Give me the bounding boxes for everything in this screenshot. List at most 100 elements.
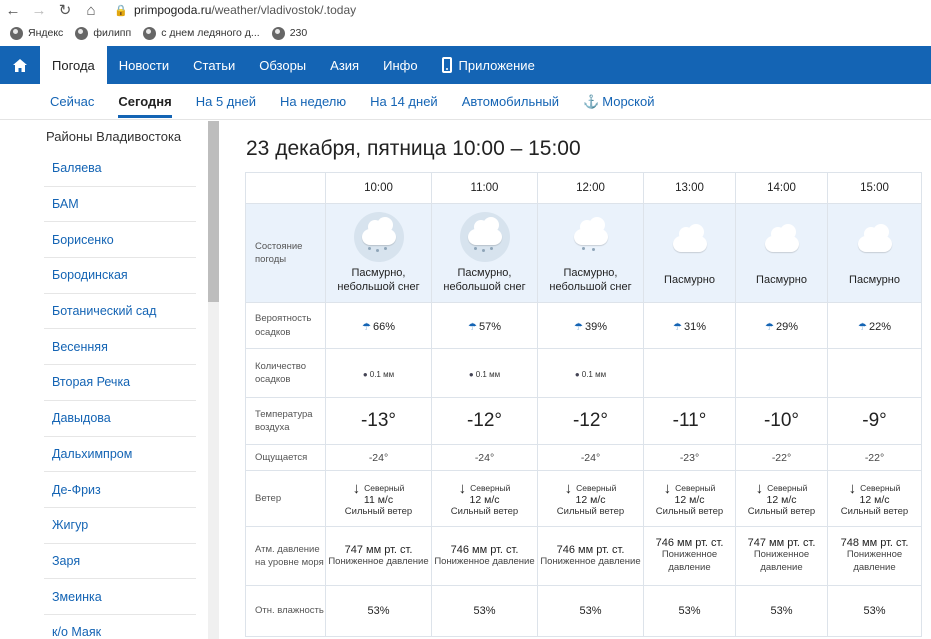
tab-5-days[interactable]: На 5 дней <box>184 84 268 120</box>
temperature-value: -11° <box>643 397 736 445</box>
district-link[interactable]: Баляева <box>44 151 196 187</box>
sidebar-scrollbar[interactable] <box>208 121 219 639</box>
wind-cell: ↓ Северный 12 м/с Сильный ветер <box>643 470 736 527</box>
pressure-value: 748 мм рт. ст. <box>840 537 909 550</box>
umbrella-icon: ☂ <box>673 321 682 333</box>
arrow-down-icon: ↓ <box>458 479 467 497</box>
nav-item-news[interactable]: Новости <box>107 46 181 84</box>
pressure-description: Пониженное давление <box>661 549 718 573</box>
tab-week[interactable]: На неделю <box>268 84 358 120</box>
wind-description: Сильный ветер <box>450 505 519 517</box>
sea-label: Морской <box>602 94 655 109</box>
arrow-down-icon: ↓ <box>848 479 857 497</box>
district-link[interactable]: Де-Фриз <box>44 472 196 508</box>
url-field[interactable]: primpogoda.ru/weather/vladivostok/.today <box>134 3 356 17</box>
prob-cell: ☂ 66% <box>325 302 432 349</box>
humidity-value: 53% <box>735 585 828 637</box>
bookmark-filipp[interactable]: филипп <box>75 26 131 40</box>
nav-item-app[interactable]: Приложение <box>430 46 547 84</box>
temperature-value: -10° <box>735 397 828 445</box>
district-link[interactable]: Жигур <box>44 508 196 544</box>
district-link[interactable]: Дальхимпром <box>44 437 196 473</box>
district-link[interactable]: к/о Маяк <box>44 615 196 639</box>
pressure-value: 746 мм рт. ст. <box>450 543 519 556</box>
bookmark-ice-day[interactable]: с днем ледяного д... <box>143 26 260 40</box>
row-label: Ветер <box>245 470 326 527</box>
condition-text: Пасмурно, небольшой снег <box>549 266 632 293</box>
snow-cloud-icon <box>353 211 404 262</box>
temperature-value: -13° <box>325 397 432 445</box>
wind-direction: Северный <box>364 483 405 493</box>
district-link[interactable]: Вторая Речка <box>44 365 196 401</box>
temperature-value: -9° <box>827 397 922 445</box>
tab-sea[interactable]: ⚓ Морской <box>571 84 666 120</box>
globe-icon <box>143 26 157 40</box>
pressure-row: Атм. давление на уровне моря 747 мм рт. … <box>245 526 922 586</box>
condition-text: Пасмурно, небольшой снег <box>443 266 526 293</box>
district-link[interactable]: Давыдова <box>44 401 196 437</box>
bookmark-label: Яндекс <box>28 27 64 39</box>
arrow-down-icon: ↓ <box>755 479 764 497</box>
sub-nav: Сейчас Сегодня На 5 дней На неделю На 14… <box>0 84 931 120</box>
drop-icon: ● <box>574 370 580 379</box>
district-link[interactable]: Заря <box>44 544 196 580</box>
amount-cell <box>735 348 828 398</box>
pressure-cell: 746 мм рт. ст. Пониженное давление <box>431 526 538 586</box>
prob-cell: ☂ 39% <box>537 302 644 349</box>
umbrella-icon: ☂ <box>574 321 583 333</box>
scrollbar-thumb[interactable] <box>208 121 219 302</box>
district-link[interactable]: БАМ <box>44 187 196 223</box>
browser-nav: ← → ↻ ⌂ <box>0 0 104 20</box>
bookmark-yandex[interactable]: Яндекс <box>10 26 64 40</box>
pressure-description: Пониженное давление <box>846 549 903 573</box>
district-link[interactable]: Весенняя <box>44 329 196 366</box>
pressure-value: 747 мм рт. ст. <box>747 537 816 550</box>
hour-cell: 10:00 <box>325 172 432 204</box>
wind-direction: Северный <box>470 483 511 493</box>
district-link[interactable]: Ботанический сад <box>44 294 196 330</box>
home-button[interactable] <box>0 46 40 84</box>
row-label: Количество осадков <box>245 348 326 398</box>
district-link[interactable]: Бородинская <box>44 258 196 294</box>
tab-now[interactable]: Сейчас <box>38 84 106 120</box>
feels-like-value: -24° <box>325 444 432 471</box>
district-link[interactable]: Змеинка <box>44 579 196 615</box>
reload-icon[interactable]: ↻ <box>52 0 78 20</box>
nav-item-weather[interactable]: Погода <box>40 46 107 84</box>
pressure-cell: 747 мм рт. ст. Пониженное давление <box>735 526 828 586</box>
humidity-value: 53% <box>325 585 432 637</box>
prob-cell: ☂ 29% <box>735 302 828 349</box>
bookmark-label: с днем ледяного д... <box>161 27 260 39</box>
nav-item-reviews[interactable]: Обзоры <box>247 46 318 84</box>
tab-today[interactable]: Сегодня <box>106 84 183 120</box>
amount-cell <box>643 348 736 398</box>
forecast-table: 10:00 11:00 12:00 13:00 14:00 15:00 Сост… <box>245 172 922 637</box>
precip-amount-row: Количество осадков ● 0.1 мм ● 0.1 мм ● 0.1 … <box>245 348 922 398</box>
humidity-value: 53% <box>537 585 644 637</box>
wind-speed: 12 м/с <box>766 493 797 506</box>
amount-cell: ● 0.1 мм <box>431 348 538 398</box>
tab-auto[interactable]: Автомобильный <box>450 84 571 120</box>
nav-item-info[interactable]: Инфо <box>371 46 429 84</box>
pressure-description: Пониженное давление <box>434 555 535 567</box>
wind-description: Сильный ветер <box>655 505 724 517</box>
feels-like-value: -24° <box>431 444 538 471</box>
home-icon <box>13 58 27 72</box>
feels-like-value: -24° <box>537 444 644 471</box>
nav-item-asia[interactable]: Азия <box>318 46 371 84</box>
bookmark-230[interactable]: 230 <box>271 26 307 40</box>
home-browser-icon[interactable]: ⌂ <box>78 0 104 20</box>
address-bar: ← → ↻ ⌂ 🔒 primpogoda.ru/weather/vladivos… <box>0 0 931 20</box>
condition-cell: Пасмурно <box>735 203 828 303</box>
tab-14-days[interactable]: На 14 дней <box>358 84 450 120</box>
back-icon[interactable]: ← <box>0 0 26 20</box>
district-link[interactable]: Борисенко <box>44 222 196 259</box>
amount-cell: ● 0.1 мм <box>325 348 432 398</box>
forward-icon[interactable]: → <box>26 0 52 20</box>
nav-item-articles[interactable]: Статьи <box>181 46 247 84</box>
feels-like-value: -22° <box>735 444 828 471</box>
lock-icon[interactable]: 🔒 <box>112 0 130 20</box>
umbrella-icon: ☂ <box>468 321 477 333</box>
condition-cell: Пасмурно <box>827 203 922 303</box>
prob-cell: ☂ 57% <box>431 302 538 349</box>
